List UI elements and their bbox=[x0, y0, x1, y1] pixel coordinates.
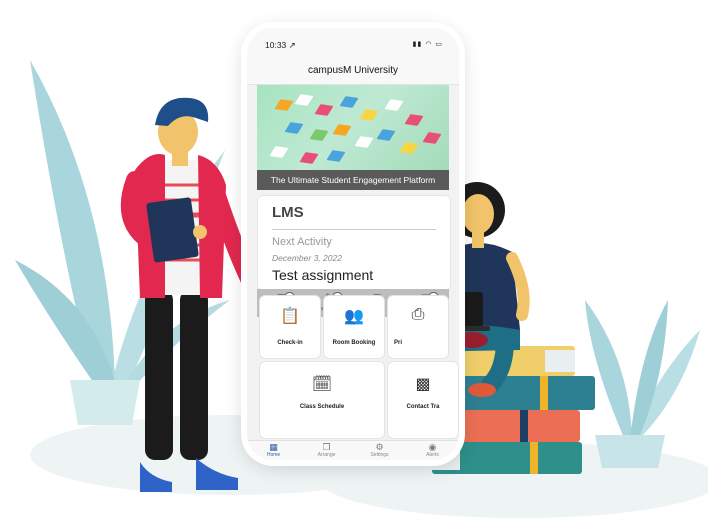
meeting-room-icon: 👥 bbox=[344, 308, 364, 325]
tile-print[interactable]: ⎙ Pri bbox=[387, 295, 449, 359]
status-bar: 10:33 ↗ ▮▮ ◠ ▭ bbox=[247, 28, 459, 58]
next-activity-label: Next Activity bbox=[272, 236, 332, 248]
signal-wifi-battery-icon: ▮▮ ◠ ▭ bbox=[412, 41, 443, 48]
tile-label: Class Schedule bbox=[299, 404, 345, 410]
tab-alerts[interactable]: ◉ Alerts bbox=[406, 441, 459, 460]
tab-settings[interactable]: ⚙ Settings bbox=[353, 441, 406, 460]
right-plant-illustration bbox=[585, 300, 700, 468]
tab-label: Settings bbox=[370, 452, 389, 458]
bell-icon: ◉ bbox=[428, 442, 437, 452]
tile-label: Contact Tra bbox=[406, 404, 440, 410]
tab-label: Home bbox=[266, 452, 281, 458]
qr-code-icon: ▩ bbox=[415, 376, 431, 393]
tile-class-schedule[interactable]: 🗓 Class Schedule bbox=[259, 361, 385, 439]
tab-label: Alerts bbox=[426, 452, 439, 458]
tile-room-booking[interactable]: 👥 Room Booking bbox=[323, 295, 385, 359]
printer-icon: ⎙ bbox=[411, 306, 425, 323]
app-title: campusM University bbox=[247, 58, 459, 85]
tile-label: Room Booking bbox=[332, 340, 376, 346]
bottom-tab-bar: ▦ Home ❐ Arrange ⚙ Settings ◉ Alerts bbox=[247, 440, 459, 460]
tile-check-in[interactable]: 📋 Check-in bbox=[259, 295, 321, 359]
tile-label: Check-in bbox=[277, 340, 303, 346]
banner-caption: The Ultimate Student Engagement Platform bbox=[257, 170, 449, 190]
clipboard-check-icon: 📋 bbox=[280, 308, 300, 325]
gear-icon: ⚙ bbox=[375, 442, 384, 452]
hero-banner[interactable]: The Ultimate Student Engagement Platform bbox=[257, 85, 449, 190]
lms-divider bbox=[272, 229, 436, 230]
tile-contact-tracing[interactable]: ▩ Contact Tra bbox=[387, 361, 459, 439]
activity-title: Test assignment bbox=[272, 267, 374, 283]
phone-mockup: 10:33 ↗ ▮▮ ◠ ▭ campusM University The Ul… bbox=[247, 28, 459, 460]
arrange-icon: ❐ bbox=[322, 442, 331, 452]
lms-card[interactable]: LMS Next Activity December 3, 2022 Test … bbox=[257, 195, 451, 291]
tab-label: Arrange bbox=[317, 452, 336, 458]
tile-label: Pri bbox=[394, 340, 403, 346]
tab-home[interactable]: ▦ Home bbox=[247, 441, 300, 460]
tab-arrange[interactable]: ❐ Arrange bbox=[300, 441, 353, 460]
calendar-clock-icon: 🗓 bbox=[311, 376, 333, 393]
status-time: 10:33 ↗ bbox=[265, 40, 296, 50]
activity-date: December 3, 2022 bbox=[272, 253, 342, 263]
home-grid-icon: ▦ bbox=[269, 442, 278, 452]
lms-title: LMS bbox=[272, 204, 304, 221]
